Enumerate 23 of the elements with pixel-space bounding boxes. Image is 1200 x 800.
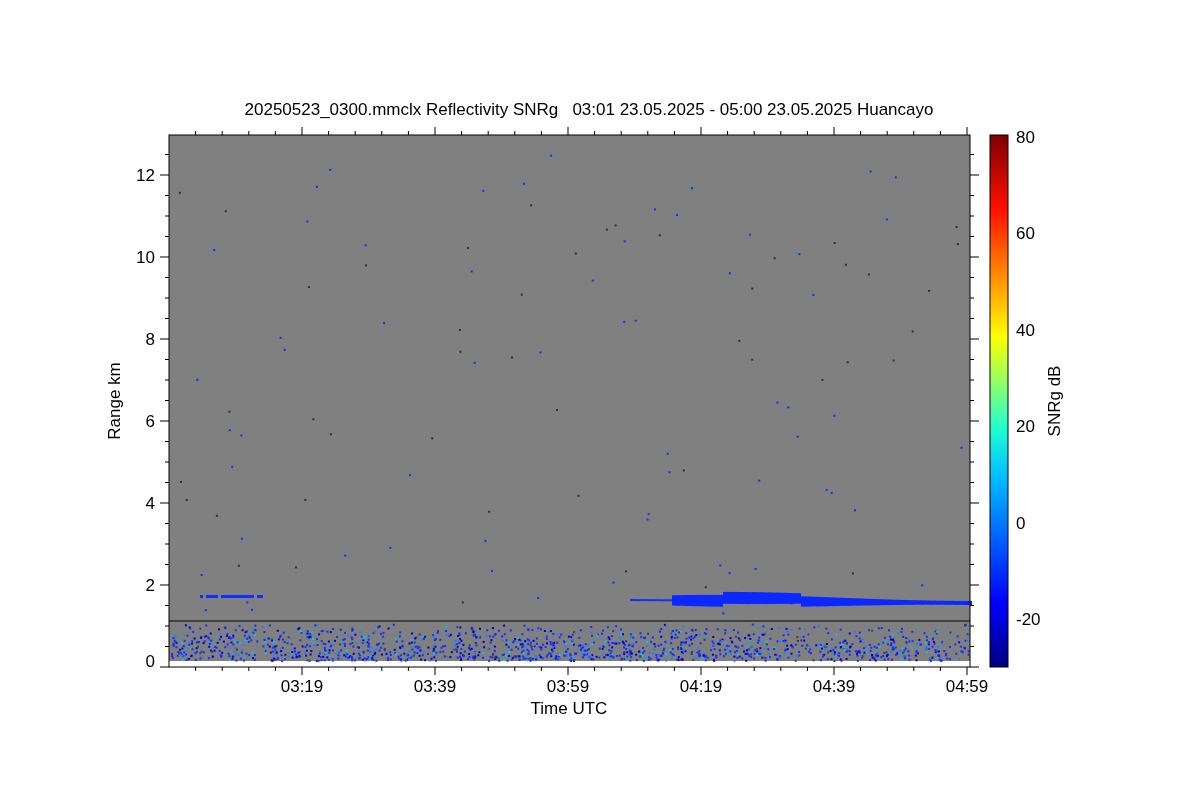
colorbar-tick-label: 80	[1016, 127, 1035, 147]
y-tick-label: 12	[136, 166, 155, 185]
x-tick-label: 03:19	[280, 677, 324, 696]
colorbar-tick-label: 20	[1016, 417, 1035, 436]
y-tick-label: 6	[145, 412, 155, 431]
colorbar-tick-label: 40	[1016, 320, 1035, 340]
colorbar-tick-label: 0	[1016, 513, 1026, 533]
y-tick-label: 10	[136, 248, 155, 267]
x-tick-label: 03:39	[413, 677, 457, 696]
colorbar-tick-label: 60	[1016, 224, 1035, 243]
x-tick-label: 04:39	[812, 677, 856, 696]
chart-title: 20250523_0300.mmclx Reflectivity SNRg 03:01 23.05.2025 - 05:00 23.05.2025 Huancayo	[244, 100, 934, 119]
x-tick-label: 03:59	[546, 677, 590, 696]
x-axis-label: Time UTC	[530, 699, 608, 718]
colorbar-label: SNRg dB	[1045, 365, 1064, 437]
y-tick-label: 4	[145, 494, 155, 513]
colorbar-tick-label: -20	[1016, 610, 1041, 629]
y-tick-label: 2	[145, 576, 155, 595]
y-axis-label: Range km	[105, 362, 124, 440]
y-tick-label: 0	[145, 652, 155, 671]
x-tick-label: 04:19	[679, 677, 723, 696]
x-tick-label: 04:59	[945, 677, 989, 696]
y-tick-label: 8	[145, 330, 155, 349]
